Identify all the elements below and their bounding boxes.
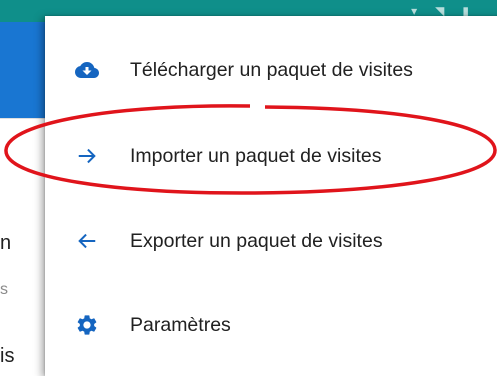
arrow-right-icon (75, 144, 99, 168)
arrow-left-icon (75, 229, 99, 253)
menu-item-download-package[interactable]: Télécharger un paquet de visites (45, 35, 497, 105)
cloud-download-icon (75, 58, 99, 82)
background-text: is (0, 345, 15, 367)
menu-item-label: Importer un paquet de visites (130, 144, 382, 167)
gear-icon (75, 313, 99, 337)
background-subtext: s (0, 281, 8, 298)
background-text: n (0, 232, 12, 254)
menu-item-label: Télécharger un paquet de visites (130, 58, 413, 81)
menu-item-settings[interactable]: Paramètres (45, 290, 497, 360)
menu-item-import-package[interactable]: Importer un paquet de visites (45, 121, 497, 191)
menu-item-export-package[interactable]: Exporter un paquet de visites (45, 206, 497, 276)
menu-item-label: Paramètres (130, 313, 231, 336)
menu-item-label: Exporter un paquet de visites (130, 229, 383, 252)
overflow-menu: Télécharger un paquet de visites Importe… (45, 16, 497, 376)
